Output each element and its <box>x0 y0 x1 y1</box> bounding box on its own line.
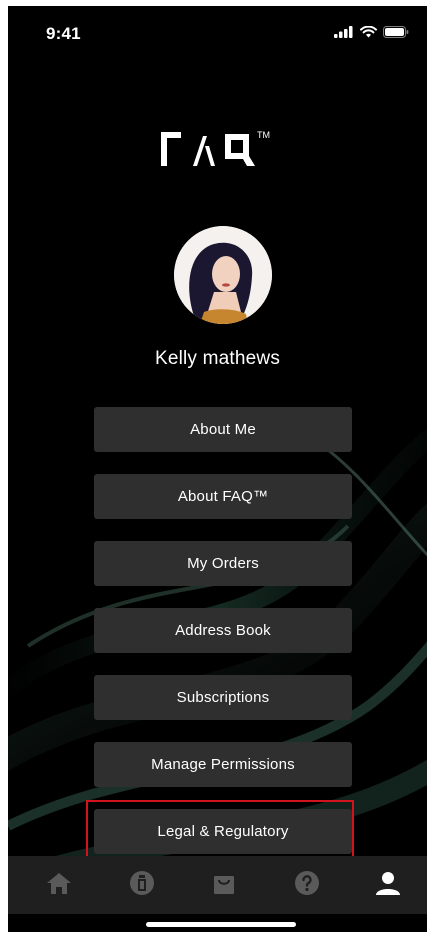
address-book-button[interactable]: Address Book <box>94 608 352 653</box>
shopping-bag-icon <box>214 876 234 894</box>
home-indicator[interactable] <box>146 922 296 927</box>
user-icon <box>376 872 400 895</box>
my-orders-button[interactable]: My Orders <box>94 541 352 586</box>
signal-icon <box>334 26 353 38</box>
tab-products[interactable] <box>127 868 157 898</box>
logo-trademark: TM <box>257 130 270 140</box>
home-icon <box>47 873 71 894</box>
battery-icon <box>383 26 409 38</box>
profile-name: Kelly mathews <box>154 348 281 369</box>
subscriptions-button[interactable]: Subscriptions <box>94 675 352 720</box>
status-time: 9:41 <box>46 24 81 43</box>
status-icons <box>334 26 409 38</box>
manage-permissions-button[interactable]: Manage Permissions <box>94 742 352 787</box>
faq-logo-mark: TM <box>160 130 270 166</box>
tab-profile[interactable] <box>373 868 403 898</box>
tab-bar <box>8 856 427 914</box>
about-faq-button[interactable]: About FAQ™ <box>94 474 352 519</box>
help-icon <box>295 871 319 895</box>
status-bar: 9:41 <box>8 6 427 60</box>
bottle-icon <box>130 871 154 895</box>
tab-home[interactable] <box>44 868 74 898</box>
phone-screen: 9:41 TM Kelly mathews About Me About FAQ… <box>8 6 427 932</box>
avatar[interactable] <box>174 226 272 324</box>
tab-shop[interactable] <box>209 868 239 898</box>
tab-faq[interactable] <box>292 868 322 898</box>
faq-logo: TM <box>8 126 427 175</box>
avatar-photo <box>174 226 272 324</box>
wifi-icon <box>360 26 377 38</box>
about-me-button[interactable]: About Me <box>94 407 352 452</box>
